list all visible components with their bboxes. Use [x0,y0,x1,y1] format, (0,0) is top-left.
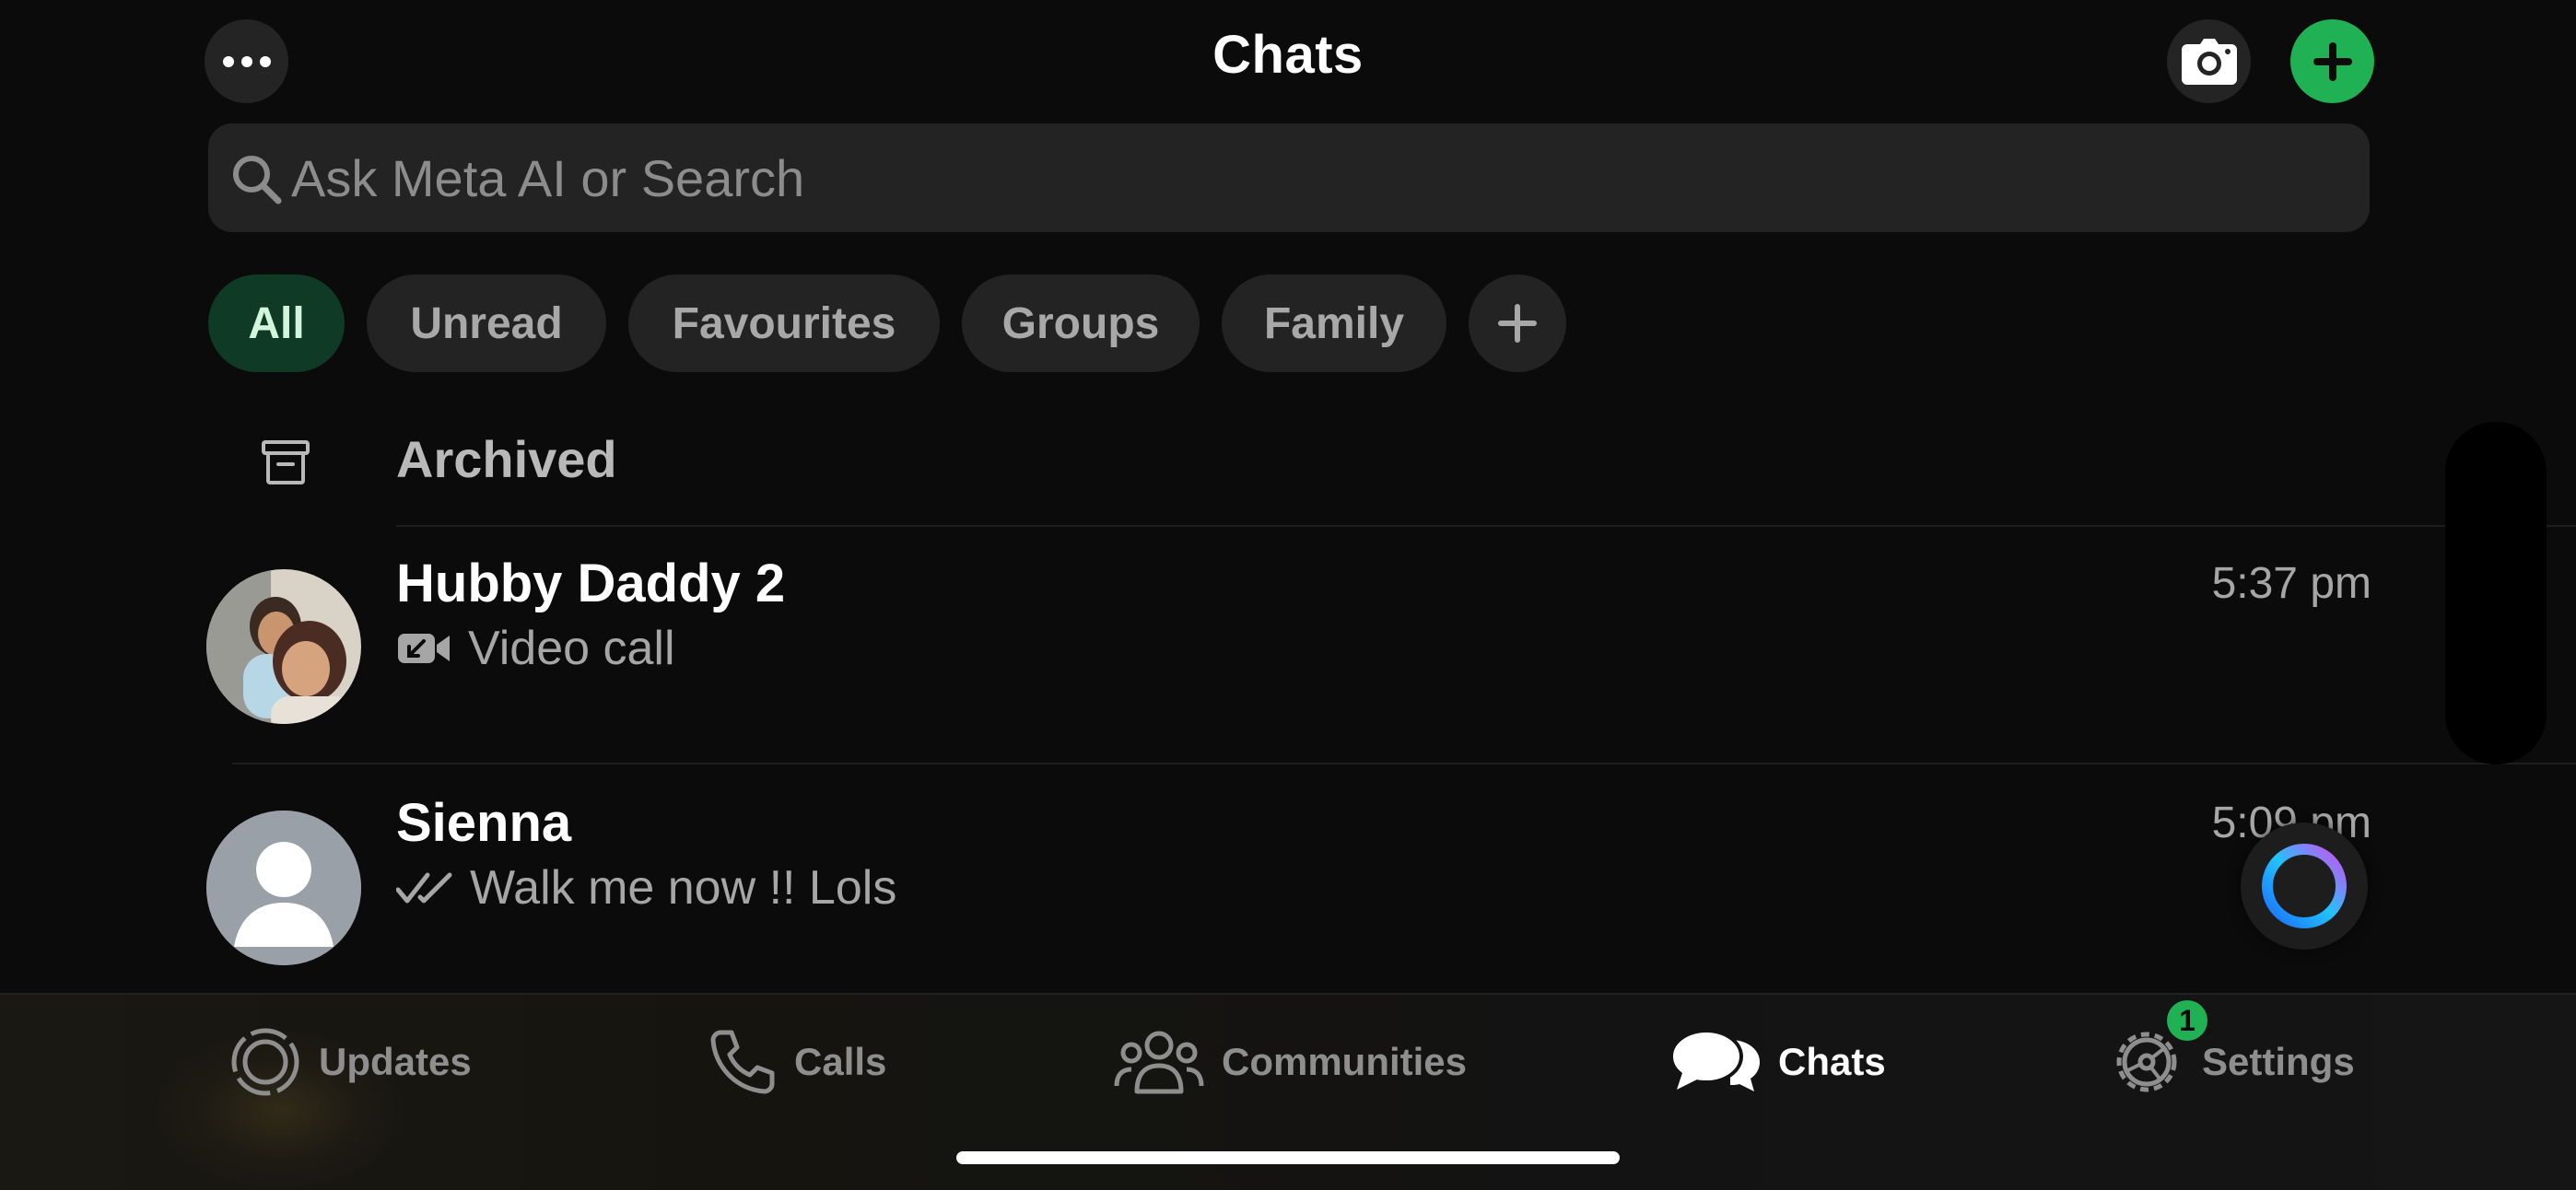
page-title: Chats [1212,25,1364,85]
double-check-icon [396,872,452,904]
camera-button[interactable] [2167,19,2251,103]
tab-communities[interactable]: Communities [1113,1021,1467,1103]
scroll-indicator[interactable] [2445,422,2547,764]
tab-label: Communities [1222,1040,1468,1083]
divider [232,763,2576,764]
chats-icon [1669,1029,1760,1091]
new-chat-button[interactable] [2290,19,2374,103]
plus-icon [1498,304,1537,343]
tab-label: Calls [794,1040,887,1083]
incoming-video-call-icon [398,634,450,663]
archive-icon [262,440,310,484]
tab-updates[interactable]: Updates [228,1021,472,1103]
updates-icon [231,1028,299,1096]
tab-label: Updates [319,1040,472,1083]
search-icon [233,156,282,204]
meta-ai-button[interactable] [2241,822,2368,950]
more-options-button[interactable] [205,19,288,103]
filter-chip-groups[interactable]: Groups [962,274,1200,372]
home-indicator [956,1151,1620,1164]
tab-calls[interactable]: Calls [708,1021,886,1103]
tab-label: Settings [2202,1040,2355,1083]
search-bar[interactable] [208,123,2370,232]
chat-preview-text: Video call [468,622,675,675]
chat-time: 5:37 pm [2211,559,2371,608]
plus-icon [2313,41,2352,81]
filter-chip-all[interactable]: All [208,274,345,372]
tab-label: Chats [1778,1040,1886,1083]
filter-chip-unread[interactable]: Unread [367,274,606,372]
meta-ai-icon [2262,844,2347,928]
search-input[interactable] [291,123,2318,232]
ellipsis-icon [222,55,271,67]
chat-name: Sienna [396,793,572,853]
divider [396,525,2576,527]
tab-settings[interactable]: Settings [2108,1021,2355,1103]
notification-badge: 1 [2167,1000,2207,1041]
chat-name: Hubby Daddy 2 [396,554,786,613]
camera-icon [2181,38,2237,85]
avatar [206,811,361,965]
chat-preview-text: Walk me now !! Lols [470,861,897,915]
filter-chip-favourites[interactable]: Favourites [628,274,940,372]
add-filter-button[interactable] [1469,274,1566,372]
filter-chip-family[interactable]: Family [1222,274,1446,372]
communities-icon [1114,1031,1204,1094]
phone-icon [710,1030,775,1094]
archived-label: Archived [396,430,617,488]
tab-chats[interactable]: Chats [1669,1021,1886,1103]
avatar [206,569,361,724]
